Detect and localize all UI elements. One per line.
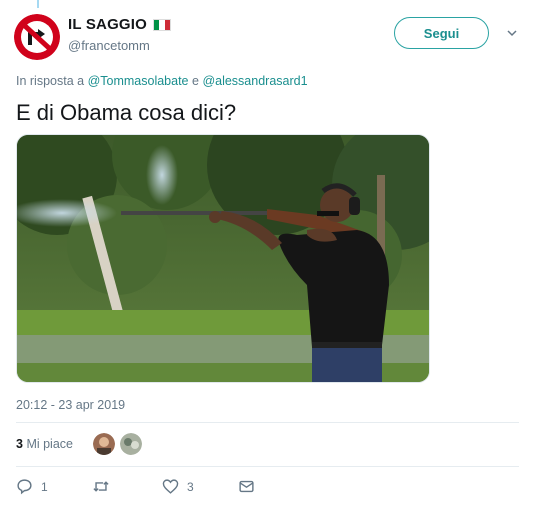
no-entry-arrow-icon xyxy=(14,14,60,60)
likes-count: 3 xyxy=(16,437,23,451)
envelope-icon xyxy=(239,480,254,493)
heart-icon xyxy=(162,479,179,494)
liker-avatar-image xyxy=(93,433,115,455)
reply-context: In risposta a @Tommasolabate e @alessand… xyxy=(16,74,308,88)
reply-icon xyxy=(17,479,32,495)
mention-link-2[interactable]: @alessandrasard1 xyxy=(202,74,307,88)
likes-label: Mi piace xyxy=(26,437,73,451)
retweet-action[interactable] xyxy=(92,478,162,495)
retweet-icon xyxy=(93,481,109,492)
italy-flag-icon xyxy=(153,18,172,31)
reply-count: 1 xyxy=(41,479,48,494)
likes-summary[interactable]: 3 Mi piace xyxy=(16,437,73,451)
thread-connector-line xyxy=(37,0,39,8)
reply-action[interactable]: 1 xyxy=(16,478,92,495)
like-count: 3 xyxy=(187,479,194,494)
divider xyxy=(16,466,519,467)
photo-man-shooting-shotgun xyxy=(17,135,429,382)
chevron-down-icon[interactable] xyxy=(506,27,518,39)
like-action[interactable]: 3 xyxy=(162,478,238,495)
tweet-timestamp[interactable]: 20:12 - 23 apr 2019 xyxy=(16,398,125,412)
tweet-text: E di Obama cosa dici? xyxy=(16,100,237,125)
liker-avatar[interactable] xyxy=(120,433,142,455)
follow-button[interactable]: Segui xyxy=(394,17,489,49)
mention-link-1[interactable]: @Tommasolabate xyxy=(88,74,189,88)
reply-conjunction: e xyxy=(192,74,199,88)
liker-avatar[interactable] xyxy=(93,433,115,455)
display-name[interactable]: IL SAGGIO xyxy=(68,16,147,33)
reply-prefix: In risposta a xyxy=(16,74,85,88)
user-handle[interactable]: @francetomm xyxy=(68,38,150,53)
avatar[interactable] xyxy=(14,14,60,60)
liker-avatar-image xyxy=(120,433,142,455)
tweet-photo[interactable] xyxy=(16,134,430,383)
direct-message-action[interactable] xyxy=(238,478,255,495)
divider xyxy=(16,422,519,423)
tweet-actions: 1 3 xyxy=(16,478,255,495)
name-row: IL SAGGIO xyxy=(68,16,172,33)
